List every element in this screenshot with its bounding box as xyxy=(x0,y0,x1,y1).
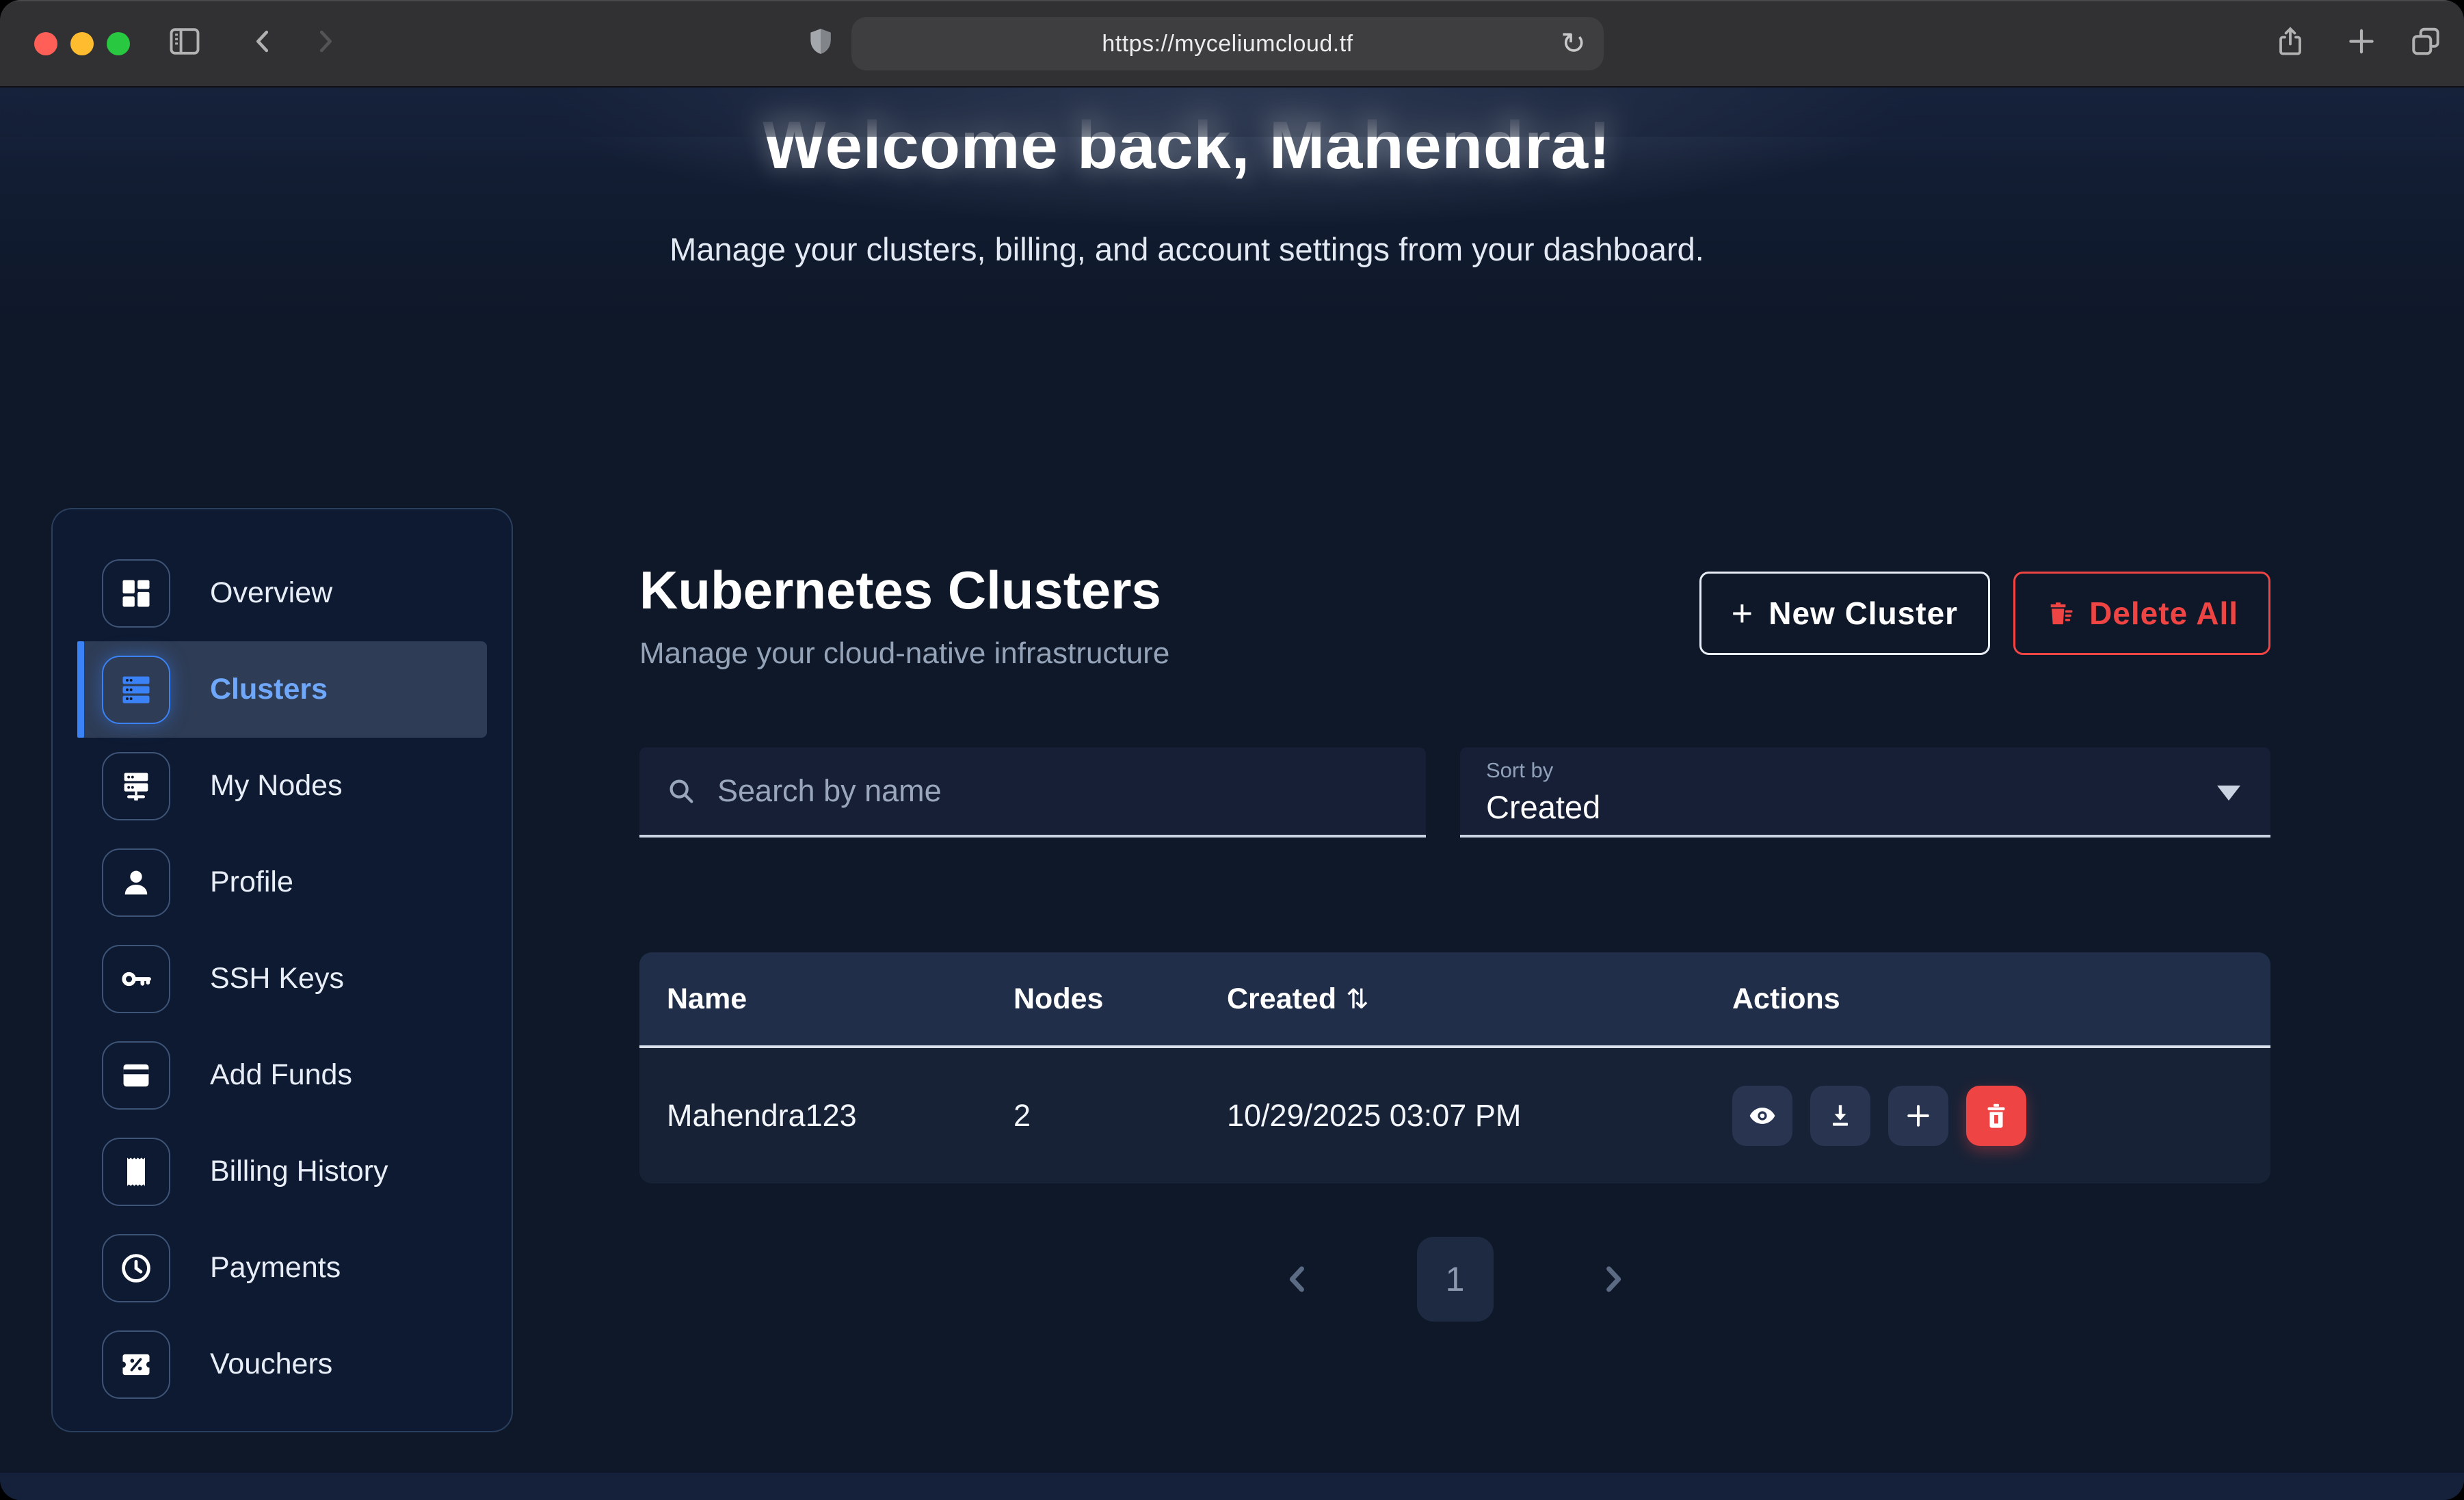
address-bar[interactable]: https://myceliumcloud.tf ↻ xyxy=(851,17,1604,70)
sidebar-item-label: Clusters xyxy=(210,673,328,706)
page-content: Welcome back, Mahendra! Manage your clus… xyxy=(0,88,2464,1500)
maximize-window-button[interactable] xyxy=(107,32,130,55)
plus-icon xyxy=(1903,1101,1933,1131)
shield-icon[interactable] xyxy=(806,25,836,62)
sort-label: Sort by xyxy=(1486,758,2244,783)
delete-cluster-button[interactable] xyxy=(1966,1086,2026,1146)
sidebar-item-label: Payments xyxy=(210,1251,341,1285)
delete-all-label: Delete All xyxy=(2089,595,2238,632)
sidebar-item-label: Overview xyxy=(210,576,332,610)
cluster-nodes: 2 xyxy=(1014,1098,1227,1134)
close-window-button[interactable] xyxy=(34,32,57,55)
sort-select[interactable]: Sort by Created xyxy=(1460,747,2270,838)
receipt-icon xyxy=(102,1138,170,1206)
reload-icon[interactable]: ↻ xyxy=(1561,27,1586,62)
section-title: Kubernetes Clusters xyxy=(639,559,1169,621)
sidebar-item-ssh-keys[interactable]: SSH Keys xyxy=(77,930,487,1027)
voucher-icon xyxy=(102,1330,170,1399)
col-created[interactable]: Created⇅ xyxy=(1227,982,1732,1016)
key-icon xyxy=(102,945,170,1013)
sidebar-item-label: SSH Keys xyxy=(210,962,344,995)
pagination: 1 xyxy=(639,1237,2270,1322)
trash-sweep-icon xyxy=(2045,599,2074,628)
sidebar-item-vouchers[interactable]: Vouchers xyxy=(77,1316,487,1412)
row-actions xyxy=(1732,1086,2243,1146)
sidebar-item-label: Profile xyxy=(210,866,293,899)
col-nodes: Nodes xyxy=(1014,982,1227,1016)
new-cluster-label: New Cluster xyxy=(1768,595,1958,632)
clusters-section: Kubernetes Clusters Manage your cloud-na… xyxy=(639,559,2270,1322)
top-blur-band xyxy=(0,88,2464,137)
chevron-down-icon xyxy=(2217,786,2240,801)
dashboard-icon xyxy=(102,559,170,628)
browser-window: https://myceliumcloud.tf ↻ Welcome back,… xyxy=(0,0,2464,1500)
plus-icon: + xyxy=(1732,595,1754,632)
hero-section: Welcome back, Mahendra! Manage your clus… xyxy=(0,88,2464,416)
tab-overview-icon[interactable] xyxy=(2409,25,2443,62)
share-icon[interactable] xyxy=(2274,24,2307,63)
clusters-table: Name Nodes Created⇅ Actions Mahendra123 … xyxy=(639,952,2270,1183)
forward-icon[interactable] xyxy=(309,26,341,61)
url-text: https://myceliumcloud.tf xyxy=(1102,31,1353,57)
search-icon xyxy=(665,775,697,807)
sidebar-item-add-funds[interactable]: Add Funds xyxy=(77,1027,487,1123)
col-actions: Actions xyxy=(1732,982,2243,1016)
clock-icon xyxy=(102,1234,170,1302)
col-name: Name xyxy=(667,982,1014,1016)
minimize-window-button[interactable] xyxy=(70,32,94,55)
table-row: Mahendra123 2 10/29/2025 03:07 PM xyxy=(639,1048,2270,1183)
sidebar-item-label: Vouchers xyxy=(210,1348,332,1381)
bottom-band xyxy=(0,1473,2464,1500)
sort-arrows-icon: ⇅ xyxy=(1346,984,1369,1015)
prev-page-button[interactable] xyxy=(1280,1261,1316,1297)
cluster-name: Mahendra123 xyxy=(667,1098,1014,1134)
sort-value: Created xyxy=(1486,788,2244,826)
server-stack-icon xyxy=(102,656,170,724)
trash-icon xyxy=(1981,1101,2011,1131)
sidebar-item-label: My Nodes xyxy=(210,769,343,803)
wallet-icon xyxy=(102,1041,170,1110)
welcome-subtitle: Manage your clusters, billing, and accou… xyxy=(0,230,2419,268)
browser-toolbar: https://myceliumcloud.tf ↻ xyxy=(0,0,2464,88)
person-icon xyxy=(102,848,170,917)
sidebar-item-payments[interactable]: Payments xyxy=(77,1220,487,1316)
download-kubeconfig-button[interactable] xyxy=(1810,1086,1870,1146)
section-subtitle: Manage your cloud-native infrastructure xyxy=(639,637,1169,671)
sidebar-item-overview[interactable]: Overview xyxy=(77,545,487,641)
sidebar-item-label: Billing History xyxy=(210,1155,388,1188)
sidebar-item-clusters[interactable]: Clusters xyxy=(77,641,487,738)
sidebar-item-my-nodes[interactable]: My Nodes xyxy=(77,738,487,834)
delete-all-button[interactable]: Delete All xyxy=(2013,572,2270,655)
sidebar-toggle-icon[interactable] xyxy=(167,24,202,63)
download-icon xyxy=(1825,1101,1855,1131)
table-header-row: Name Nodes Created⇅ Actions xyxy=(639,952,2270,1048)
next-page-button[interactable] xyxy=(1595,1261,1630,1297)
cluster-created: 10/29/2025 03:07 PM xyxy=(1227,1098,1732,1134)
view-cluster-button[interactable] xyxy=(1732,1086,1792,1146)
node-rack-icon xyxy=(102,752,170,820)
page-number[interactable]: 1 xyxy=(1417,1237,1494,1322)
new-cluster-button[interactable]: + New Cluster xyxy=(1699,572,1990,655)
add-node-button[interactable] xyxy=(1888,1086,1948,1146)
sidebar-item-profile[interactable]: Profile xyxy=(77,834,487,930)
sidebar-item-billing-history[interactable]: Billing History xyxy=(77,1123,487,1220)
back-icon[interactable] xyxy=(248,26,279,61)
eye-icon xyxy=(1747,1101,1777,1131)
search-input[interactable] xyxy=(717,773,1400,809)
new-tab-icon[interactable] xyxy=(2344,25,2379,62)
dashboard-sidebar: Overview Clusters xyxy=(51,508,513,1432)
sidebar-item-label: Add Funds xyxy=(210,1058,352,1092)
search-box[interactable] xyxy=(639,747,1426,838)
